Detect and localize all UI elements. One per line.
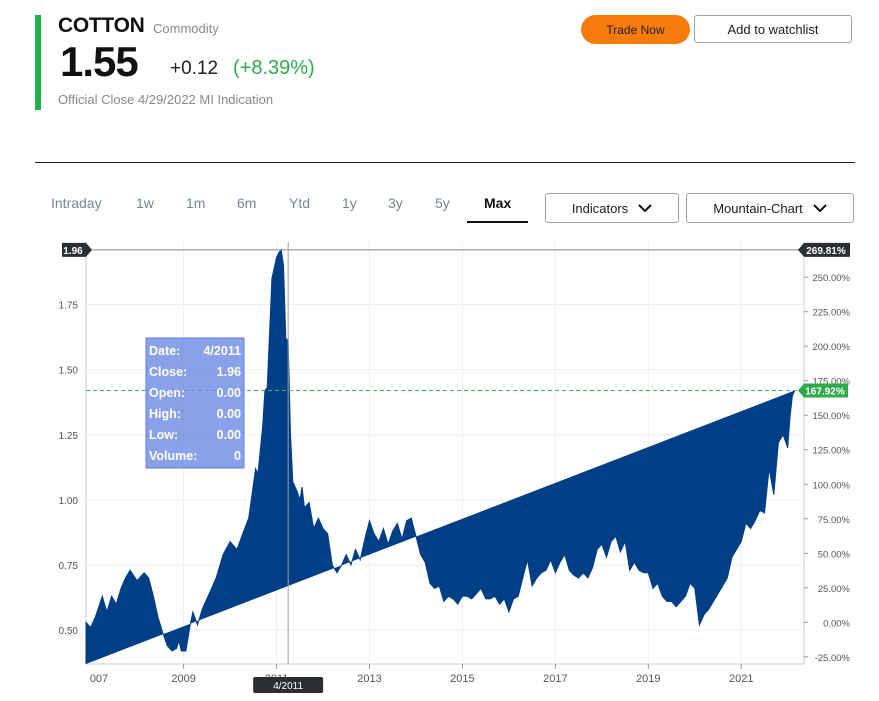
asset-type: Commodity <box>153 21 219 36</box>
indicators-label: Indicators <box>571 200 629 216</box>
tab-6m[interactable]: 6m <box>237 195 256 211</box>
y2-tick-label: 125.00% <box>812 446 850 457</box>
y-tick-label: 0.75 <box>59 561 79 572</box>
last-percent-label: 167.92% <box>805 386 845 397</box>
chevron-down-icon <box>813 204 827 212</box>
x-tick-label: 2019 <box>636 673 660 685</box>
y2-tick-label: 250.00% <box>812 273 850 284</box>
high-value-label: 1.96 <box>63 246 83 257</box>
tab-5y[interactable]: 5y <box>435 195 450 211</box>
y2-tick-label: 50.00% <box>818 549 851 560</box>
official-close-info: Official Close 4/29/2022 MI Indication <box>58 92 274 107</box>
tab-3y[interactable]: 3y <box>388 195 403 211</box>
tooltip-value: 0.00 <box>217 428 241 442</box>
trade-now-button[interactable]: Trade Now <box>581 15 690 44</box>
tab-1y[interactable]: 1y <box>342 195 357 211</box>
tooltip-key: High: <box>149 407 181 421</box>
tooltip-value: 0 <box>234 449 241 463</box>
accent-bar <box>35 15 41 110</box>
tab-intraday[interactable]: Intraday <box>51 195 102 211</box>
tooltip-value: 0.00 <box>217 407 241 421</box>
tooltip-value: 0.00 <box>217 386 241 400</box>
tooltip-key: Date: <box>149 344 180 358</box>
x-tick-label: 2015 <box>450 673 474 685</box>
y2-tick-label: -25.00% <box>815 653 851 664</box>
crosshair-date-label: 4/2011 <box>273 681 303 692</box>
y-tick-label: 1.25 <box>59 431 79 442</box>
x-tick-label: 2009 <box>171 673 195 685</box>
high-percent-label: 269.81% <box>806 246 846 257</box>
y-tick-label: 1.75 <box>59 301 79 312</box>
y2-tick-label: 0.00% <box>823 618 850 629</box>
chart-type-dropdown[interactable]: Mountain-Chart <box>686 193 854 223</box>
y2-tick-label: 25.00% <box>818 584 851 595</box>
tab-max[interactable]: Max <box>484 195 511 211</box>
chevron-down-icon <box>638 204 652 212</box>
tab-1m[interactable]: 1m <box>186 195 205 211</box>
x-tick-label: 2021 <box>729 673 753 685</box>
y-tick-label: 1.00 <box>59 496 79 507</box>
y2-tick-label: 100.00% <box>812 480 850 491</box>
y2-tick-label: 150.00% <box>812 411 850 422</box>
x-tick-label: 2013 <box>357 673 381 685</box>
indicators-dropdown[interactable]: Indicators <box>545 193 679 223</box>
x-edge-label: 007 <box>90 673 108 685</box>
y-tick-label: 0.50 <box>59 626 79 637</box>
tab-1w[interactable]: 1w <box>136 195 154 211</box>
tooltip-value: 4/2011 <box>203 344 241 358</box>
price-chart[interactable]: 0.500.751.001.251.501.752009201120132015… <box>0 230 879 701</box>
tab-ytd[interactable]: Ytd <box>289 195 310 211</box>
active-tab-indicator <box>467 221 528 223</box>
change-absolute: +0.12 <box>170 58 219 79</box>
add-to-watchlist-button[interactable]: Add to watchlist <box>694 15 852 43</box>
y2-tick-label: 225.00% <box>812 308 850 319</box>
symbol: COTTON <box>58 14 145 37</box>
divider <box>35 162 855 163</box>
chart-type-label: Mountain-Chart <box>713 200 803 216</box>
y2-tick-label: 75.00% <box>818 515 851 526</box>
tooltip-key: Open: <box>149 386 185 400</box>
change-percent: (+8.39%) <box>233 57 315 79</box>
tooltip-value: 1.96 <box>217 365 241 379</box>
x-tick-label: 2017 <box>543 673 567 685</box>
price: 1.55 <box>60 38 139 85</box>
y-tick-label: 1.50 <box>59 366 79 377</box>
tooltip-key: Low: <box>149 428 178 442</box>
tooltip-key: Volume: <box>149 449 197 463</box>
tooltip-key: Close: <box>149 365 187 379</box>
y2-tick-label: 200.00% <box>812 342 850 353</box>
